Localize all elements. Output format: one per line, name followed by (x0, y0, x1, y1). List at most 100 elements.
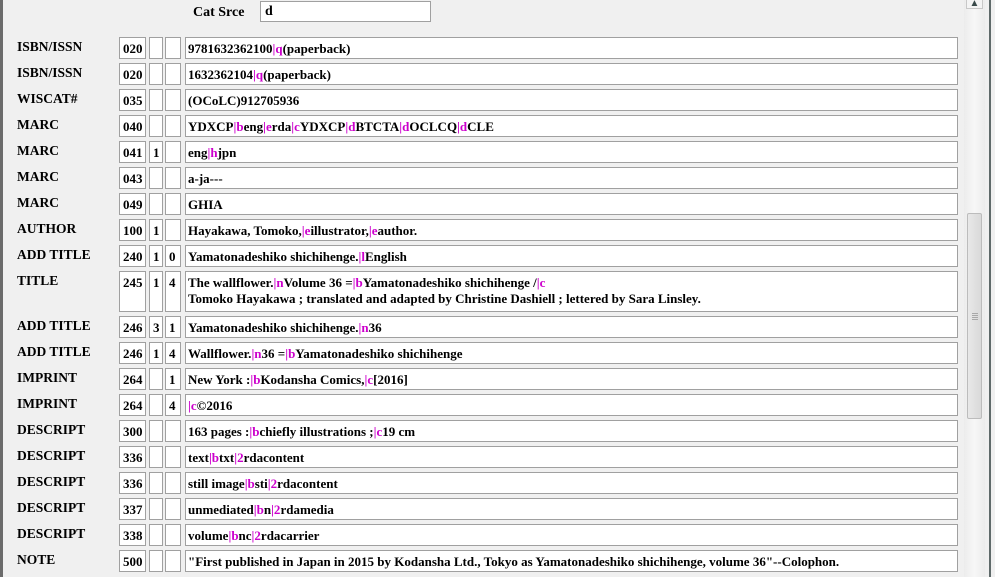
field-content-input[interactable]: 163 pages :|bchiefly illustrations ;|c19… (185, 420, 958, 442)
tag-input[interactable]: 240 (119, 245, 146, 267)
scroll-up-arrow-icon[interactable]: ▲ (966, 0, 983, 9)
marc-field-row: NOTE 500 "First published in Japan in 2015… (0, 550, 960, 572)
tag-input[interactable]: 040 (119, 115, 146, 137)
tag-input[interactable]: 500 (119, 550, 146, 572)
tag-input[interactable]: 246 (119, 342, 146, 364)
tag-input[interactable]: 043 (119, 167, 146, 189)
field-content-input[interactable]: a-ja--- (185, 167, 958, 189)
indicator2-input[interactable] (165, 63, 181, 85)
field-content-input[interactable]: still image|bsti|2rdacontent (185, 472, 958, 494)
indicator2-input[interactable] (165, 420, 181, 442)
indicator2-input[interactable]: 4 (165, 271, 181, 312)
indicator2-input[interactable] (165, 498, 181, 520)
tag-input[interactable]: 300 (119, 420, 146, 442)
field-text: eng (243, 119, 264, 134)
field-content-input[interactable]: 1632362104|q(paperback) (185, 63, 958, 85)
field-text: Yamatonadeshiko shichihenge. (188, 249, 359, 264)
field-content-input[interactable]: YDXCP|beng|erda|cYDXCP|dBTCTA|dOCLCQ|dCL… (185, 115, 958, 137)
indicator1-input[interactable] (149, 63, 163, 85)
tag-input[interactable]: 020 (119, 63, 146, 85)
field-content-input[interactable]: text|btxt|2rdacontent (185, 446, 958, 468)
tag-input[interactable]: 264 (119, 368, 146, 390)
tag-input[interactable]: 338 (119, 524, 146, 546)
field-content-input[interactable]: unmediated|bn|2rdamedia (185, 498, 958, 520)
field-content-input[interactable]: Yamatonadeshiko shichihenge.|n36 (185, 316, 958, 338)
tag-input[interactable]: 337 (119, 498, 146, 520)
field-content-input[interactable]: GHIA (185, 193, 958, 215)
indicator1-input[interactable]: 1 (149, 245, 163, 267)
tag-input[interactable]: 035 (119, 89, 146, 111)
indicator2-input[interactable] (165, 472, 181, 494)
field-text: still image (188, 476, 245, 491)
field-content-input[interactable]: Wallflower.|n36 =|bYamatonadeshiko shich… (185, 342, 958, 364)
tag-input[interactable]: 041 (119, 141, 146, 163)
indicator2-input[interactable] (165, 219, 181, 241)
field-text: rdamedia (280, 502, 334, 517)
field-content-input[interactable]: eng|hjpn (185, 141, 958, 163)
indicator2-input[interactable]: 1 (165, 368, 181, 390)
indicator2-input[interactable] (165, 524, 181, 546)
indicator2-input[interactable] (165, 89, 181, 111)
tag-input[interactable]: 336 (119, 472, 146, 494)
indicator1-input[interactable] (149, 115, 163, 137)
indicator1-input[interactable] (149, 524, 163, 546)
indicator2-input[interactable] (165, 550, 181, 572)
indicator1-input[interactable] (149, 394, 163, 416)
indicator1-input[interactable] (149, 472, 163, 494)
marc-field-row: DESCRIPT 336 text|btxt|2rdacontent (0, 446, 960, 468)
indicator1-input[interactable] (149, 420, 163, 442)
subfield-delimiter: |n (251, 346, 262, 361)
field-text: (paperback) (282, 41, 351, 56)
indicator1-input[interactable]: 1 (149, 342, 163, 364)
field-content-input[interactable]: "First published in Japan in 2015 by Kod… (185, 550, 958, 572)
indicator1-input[interactable]: 1 (149, 141, 163, 163)
tag-input[interactable]: 336 (119, 446, 146, 468)
field-label: MARC (17, 195, 59, 210)
marc-field-row: ADD TITLE 246 3 1 Yamatonadeshiko shichiheng… (0, 316, 960, 338)
indicator2-input[interactable] (165, 37, 181, 59)
indicator1-input[interactable] (149, 89, 163, 111)
marc-field-row: DESCRIPT 338 volume|bnc|2rdacarrier (0, 524, 960, 546)
subfield-delimiter: |b (249, 424, 260, 439)
tag-input[interactable]: 049 (119, 193, 146, 215)
indicator2-input[interactable] (165, 446, 181, 468)
field-text: txt (219, 450, 235, 465)
field-content-input[interactable]: Hayakawa, Tomoko,|eillustrator,|eauthor. (185, 219, 958, 241)
indicator1-input[interactable] (149, 498, 163, 520)
field-content-input[interactable]: |c©2016 (185, 394, 958, 416)
tag-input[interactable]: 246 (119, 316, 146, 338)
field-content-input[interactable]: The wallflower.|nVolume 36 =|bYamatonade… (185, 271, 958, 312)
field-label: MARC (17, 143, 59, 158)
scrollbar-thumb[interactable] (967, 213, 982, 419)
tag-input[interactable]: 264 (119, 394, 146, 416)
field-content-input[interactable]: volume|bnc|2rdacarrier (185, 524, 958, 546)
indicator2-input[interactable] (165, 115, 181, 137)
field-content-input[interactable]: Yamatonadeshiko shichihenge.|lEnglish (185, 245, 958, 267)
indicator2-input[interactable]: 4 (165, 342, 181, 364)
indicator1-input[interactable] (149, 37, 163, 59)
field-content-input[interactable]: 9781632362100|q(paperback) (185, 37, 958, 59)
indicator2-input[interactable]: 4 (165, 394, 181, 416)
field-text: eng (188, 145, 208, 160)
indicator1-input[interactable] (149, 550, 163, 572)
field-content-input[interactable]: New York :|bKodansha Comics,|c[2016] (185, 368, 958, 390)
indicator1-input[interactable] (149, 446, 163, 468)
tag-input[interactable]: 020 (119, 37, 146, 59)
cat-srce-input[interactable]: d (260, 1, 431, 22)
indicator2-input[interactable] (165, 167, 181, 189)
indicator2-input[interactable] (165, 193, 181, 215)
field-label: IMPRINT (17, 370, 77, 385)
indicator2-input[interactable]: 0 (165, 245, 181, 267)
indicator1-input[interactable]: 3 (149, 316, 163, 338)
indicator1-input[interactable]: 1 (149, 219, 163, 241)
indicator1-input[interactable] (149, 193, 163, 215)
indicator1-input[interactable] (149, 167, 163, 189)
tag-input[interactable]: 100 (119, 219, 146, 241)
indicator1-input[interactable] (149, 368, 163, 390)
marc-field-row: MARC 040 YDXCP|beng|erda|cYDXCP|dBTCTA|dOC… (0, 115, 960, 137)
indicator1-input[interactable]: 1 (149, 271, 163, 312)
indicator2-input[interactable]: 1 (165, 316, 181, 338)
indicator2-input[interactable] (165, 141, 181, 163)
field-content-input[interactable]: (OCoLC)912705936 (185, 89, 958, 111)
tag-input[interactable]: 245 (119, 271, 146, 312)
